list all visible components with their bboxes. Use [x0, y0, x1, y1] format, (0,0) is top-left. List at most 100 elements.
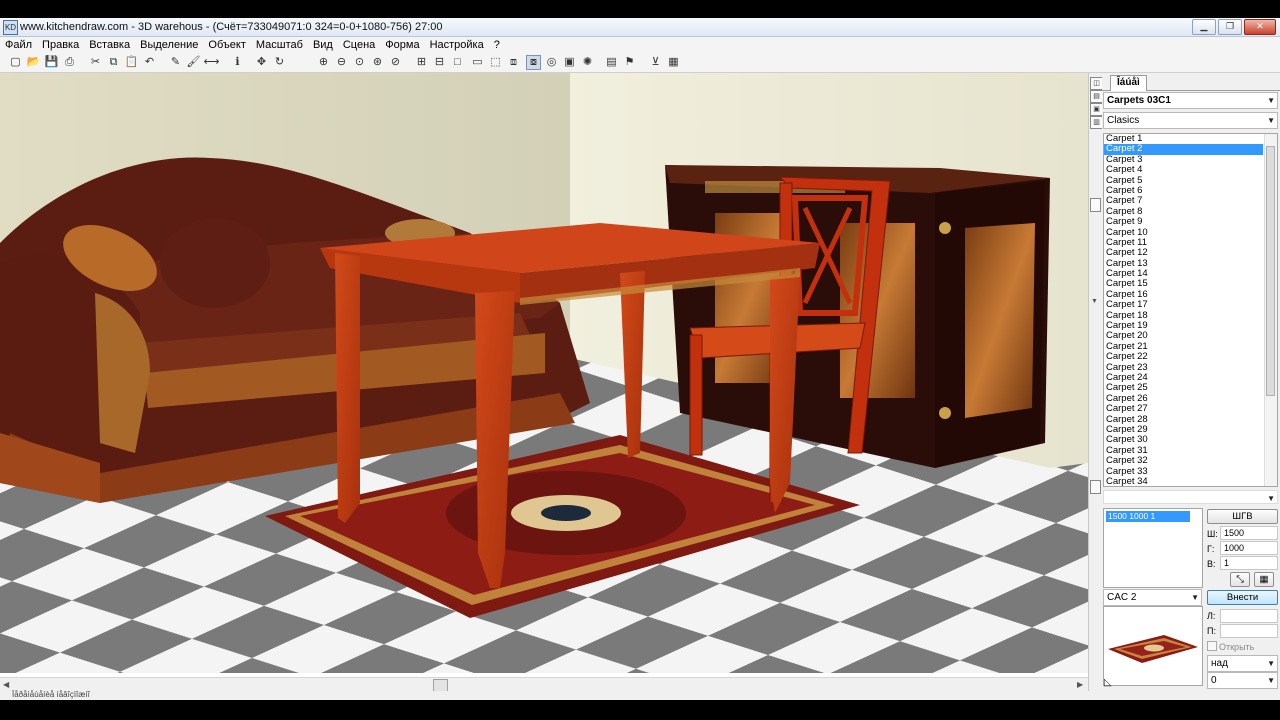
- catalog-icon[interactable]: ⊻: [648, 55, 663, 70]
- scroll-thumb[interactable]: [1266, 146, 1275, 396]
- right-field[interactable]: [1220, 624, 1278, 638]
- new-file-icon[interactable]: ▢: [8, 55, 23, 70]
- menu-edit[interactable]: Правка: [37, 39, 84, 51]
- menu-zoom[interactable]: Масштаб: [251, 39, 308, 51]
- paste-icon[interactable]: 📋: [124, 55, 139, 70]
- category-select[interactable]: Clasics ▼: [1103, 112, 1278, 129]
- restore-button[interactable]: ❐: [1218, 19, 1242, 35]
- undo-icon[interactable]: ↶: [142, 55, 157, 70]
- size-row[interactable]: 1500 1000 1: [1106, 511, 1190, 522]
- menu-select[interactable]: Выделение: [135, 39, 203, 51]
- height-field[interactable]: 1: [1220, 556, 1278, 570]
- catalog-select[interactable]: Carpets 03C1 ▼: [1103, 92, 1278, 109]
- size-list[interactable]: 1500 1000 1: [1103, 508, 1203, 588]
- width-field[interactable]: 1500: [1220, 526, 1278, 540]
- rotate-icon[interactable]: ↻: [272, 55, 287, 70]
- info-icon[interactable]: ℹ: [230, 55, 245, 70]
- insert-button[interactable]: Внести: [1207, 590, 1278, 605]
- frame-icon[interactable]: □: [450, 55, 465, 70]
- open-folder-icon[interactable]: 📂: [26, 55, 41, 70]
- room-render: [0, 73, 1088, 677]
- cut-icon[interactable]: ✂: [88, 55, 103, 70]
- depth-label: Г:: [1207, 544, 1215, 554]
- menu-file[interactable]: Файл: [0, 39, 37, 51]
- splitter-arrow-icon[interactable]: ▼: [1091, 298, 1098, 305]
- screen-border: [0, 0, 1280, 18]
- chevron-down-icon: ▼: [1267, 659, 1275, 668]
- menu-scene[interactable]: Сцена: [338, 39, 380, 51]
- left-field[interactable]: [1220, 609, 1278, 623]
- 3d-viewport[interactable]: [0, 73, 1088, 677]
- cube-icon[interactable]: ⬚: [488, 55, 503, 70]
- chevron-down-icon: ▼: [1267, 494, 1275, 503]
- chevron-down-icon: ▼: [1267, 676, 1275, 685]
- render-view-icon[interactable]: ⧇: [526, 55, 541, 70]
- whd-button[interactable]: ШГВ: [1207, 509, 1278, 524]
- paint-icon[interactable]: 🖌: [186, 55, 201, 70]
- move-icon[interactable]: ✥: [254, 55, 269, 70]
- light-icon[interactable]: ✺: [580, 55, 595, 70]
- zoom-previous-icon[interactable]: ⊘: [388, 55, 403, 70]
- horizontal-scrollbar[interactable]: ◀ ▶: [0, 677, 1088, 692]
- catalog-select-value: Carpets 03C1: [1107, 95, 1171, 106]
- menu-form[interactable]: Форма: [380, 39, 424, 51]
- depth-field[interactable]: 1000: [1220, 541, 1278, 555]
- resize-grip-icon[interactable]: ◺: [1104, 677, 1112, 688]
- tab-object[interactable]: Îáúåì: [1110, 75, 1147, 91]
- zoom-window-icon[interactable]: ⊙: [352, 55, 367, 70]
- item-list[interactable]: Carpet 1 Carpet 2 Carpet 3 Carpet 4 Carpet 5…: [1103, 133, 1278, 487]
- blank-select[interactable]: ▼: [1103, 490, 1278, 504]
- menu-view[interactable]: Вид: [308, 39, 338, 51]
- cabinet-icon[interactable]: ▤: [604, 55, 619, 70]
- print-icon[interactable]: ⎙: [62, 55, 77, 70]
- splitter-thumb-2[interactable]: [1090, 480, 1101, 494]
- open-checkbox[interactable]: Открыть: [1207, 641, 1254, 652]
- position-value-select[interactable]: 0 ▼: [1207, 672, 1278, 689]
- photo-icon[interactable]: ▣: [562, 55, 577, 70]
- window-title: www.kitchendraw.com - 3D warehous - (Счё…: [20, 21, 443, 33]
- menu-object[interactable]: Объект: [203, 39, 250, 51]
- elevation-view-icon[interactable]: ⊟: [432, 55, 447, 70]
- position-select-value: над: [1211, 658, 1228, 669]
- model-select[interactable]: CAC 2 ▼: [1103, 589, 1202, 606]
- screen-border-bottom: [0, 700, 1280, 720]
- splitter-thumb[interactable]: [1090, 198, 1101, 212]
- plan-view-icon[interactable]: ⊞: [414, 55, 429, 70]
- save-icon[interactable]: 💾: [44, 55, 59, 70]
- color-frame-icon[interactable]: ▭: [470, 55, 485, 70]
- checkbox-box[interactable]: [1207, 641, 1217, 651]
- list-item[interactable]: Carpet 9: [1104, 216, 1263, 227]
- close-button[interactable]: ✕: [1244, 19, 1276, 35]
- measure-icon[interactable]: ⟷: [204, 55, 220, 70]
- camera-icon[interactable]: ◎: [544, 55, 559, 70]
- position-value: 0: [1211, 675, 1217, 686]
- scroll-left-icon[interactable]: ◀: [3, 678, 9, 692]
- walk-icon[interactable]: ⚑: [622, 55, 637, 70]
- width-label: Ш:: [1207, 529, 1218, 539]
- zoom-all-icon[interactable]: ⊛: [370, 55, 385, 70]
- list-item[interactable]: Carpet 4: [1104, 164, 1263, 175]
- shaded-view-icon[interactable]: ⧈: [506, 55, 521, 70]
- menu-settings[interactable]: Настройка: [425, 39, 489, 51]
- resize-icon[interactable]: ⤡: [1230, 572, 1250, 587]
- copy-icon[interactable]: ⧉: [106, 55, 121, 70]
- help-icon[interactable]: ▦: [666, 55, 681, 70]
- list-item[interactable]: Carpet 27: [1104, 403, 1263, 414]
- zoom-out-icon[interactable]: ⊖: [334, 55, 349, 70]
- item-preview: [1103, 606, 1203, 686]
- carpet-preview-image: [1108, 635, 1198, 663]
- menu-help[interactable]: ?: [489, 39, 505, 51]
- list-item[interactable]: Carpet 32: [1104, 455, 1263, 466]
- scroll-right-icon[interactable]: ▶: [1077, 678, 1083, 692]
- title-bar: KD www.kitchendraw.com - 3D warehous - (…: [0, 18, 1280, 37]
- zoom-in-icon[interactable]: ⊕: [316, 55, 331, 70]
- position-select[interactable]: над ▼: [1207, 655, 1278, 672]
- minimize-button[interactable]: ▁: [1192, 19, 1216, 35]
- toolbar: ▢ 📂 💾 ⎙ ✂ ⧉ 📋 ↶ ✎ 🖌 ⟷ ℹ ✥ ↻ ⊕ ⊖ ⊙ ⊛ ⊘ ⊞ ⊟ □ ▭ ⬚ ⧈ ⧇ ◎ ▣ ✺ ▤ ⚑ ⊻ ▦: [0, 53, 1280, 73]
- chevron-down-icon: ▼: [1267, 116, 1275, 125]
- edit-icon[interactable]: ✎: [168, 55, 183, 70]
- list-item[interactable]: Carpet 34: [1104, 476, 1263, 486]
- menu-insert[interactable]: Вставка: [84, 39, 135, 51]
- item-list-scrollbar[interactable]: [1264, 134, 1277, 486]
- grid-icon[interactable]: ▦: [1254, 572, 1274, 587]
